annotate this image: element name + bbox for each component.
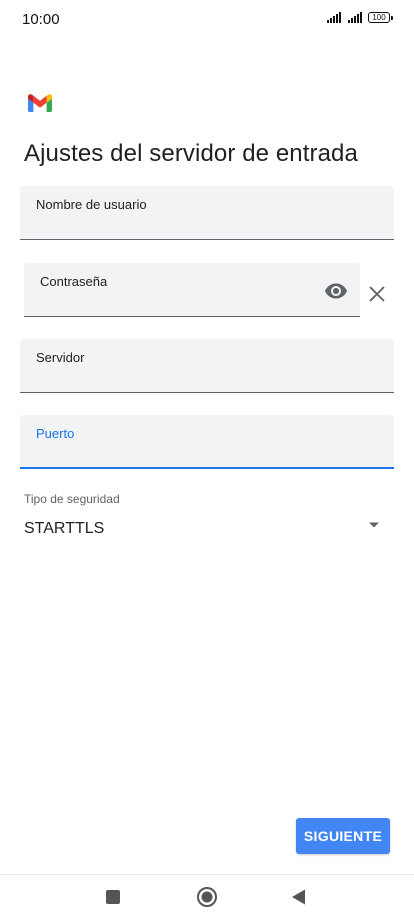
square-icon[interactable] <box>101 885 125 909</box>
server-field[interactable]: Servidor <box>20 339 394 393</box>
page-title: Ajustes del servidor de entrada <box>24 140 358 167</box>
signal-icon <box>348 12 362 23</box>
close-icon[interactable] <box>366 283 388 305</box>
circle-icon[interactable] <box>195 885 219 909</box>
next-button[interactable]: SIGUIENTE <box>296 818 390 854</box>
battery-icon: 100 <box>368 12 393 23</box>
server-label: Servidor <box>36 350 85 365</box>
port-field[interactable]: Puerto <box>20 415 394 469</box>
security-type-value: STARTTLS <box>24 520 105 537</box>
dropdown-arrow-icon <box>369 522 379 528</box>
username-field[interactable]: Nombre de usuario <box>20 186 394 240</box>
status-bar: 10:00 100 <box>0 0 414 40</box>
security-type-label: Tipo de seguridad <box>24 492 120 506</box>
port-label: Puerto <box>36 426 75 441</box>
username-label: Nombre de usuario <box>36 197 147 212</box>
gmail-logo <box>28 94 52 112</box>
eye-icon[interactable] <box>324 279 348 303</box>
status-indicators: 100 <box>327 12 393 23</box>
signal-icon <box>327 12 341 23</box>
password-field[interactable]: Contraseña <box>24 263 360 317</box>
security-type-dropdown[interactable]: STARTTLS <box>20 512 394 546</box>
triangle-back-icon[interactable] <box>287 885 311 909</box>
navigation-bar <box>0 874 414 920</box>
status-time: 10:00 <box>22 11 60 28</box>
password-label: Contraseña <box>40 274 108 289</box>
